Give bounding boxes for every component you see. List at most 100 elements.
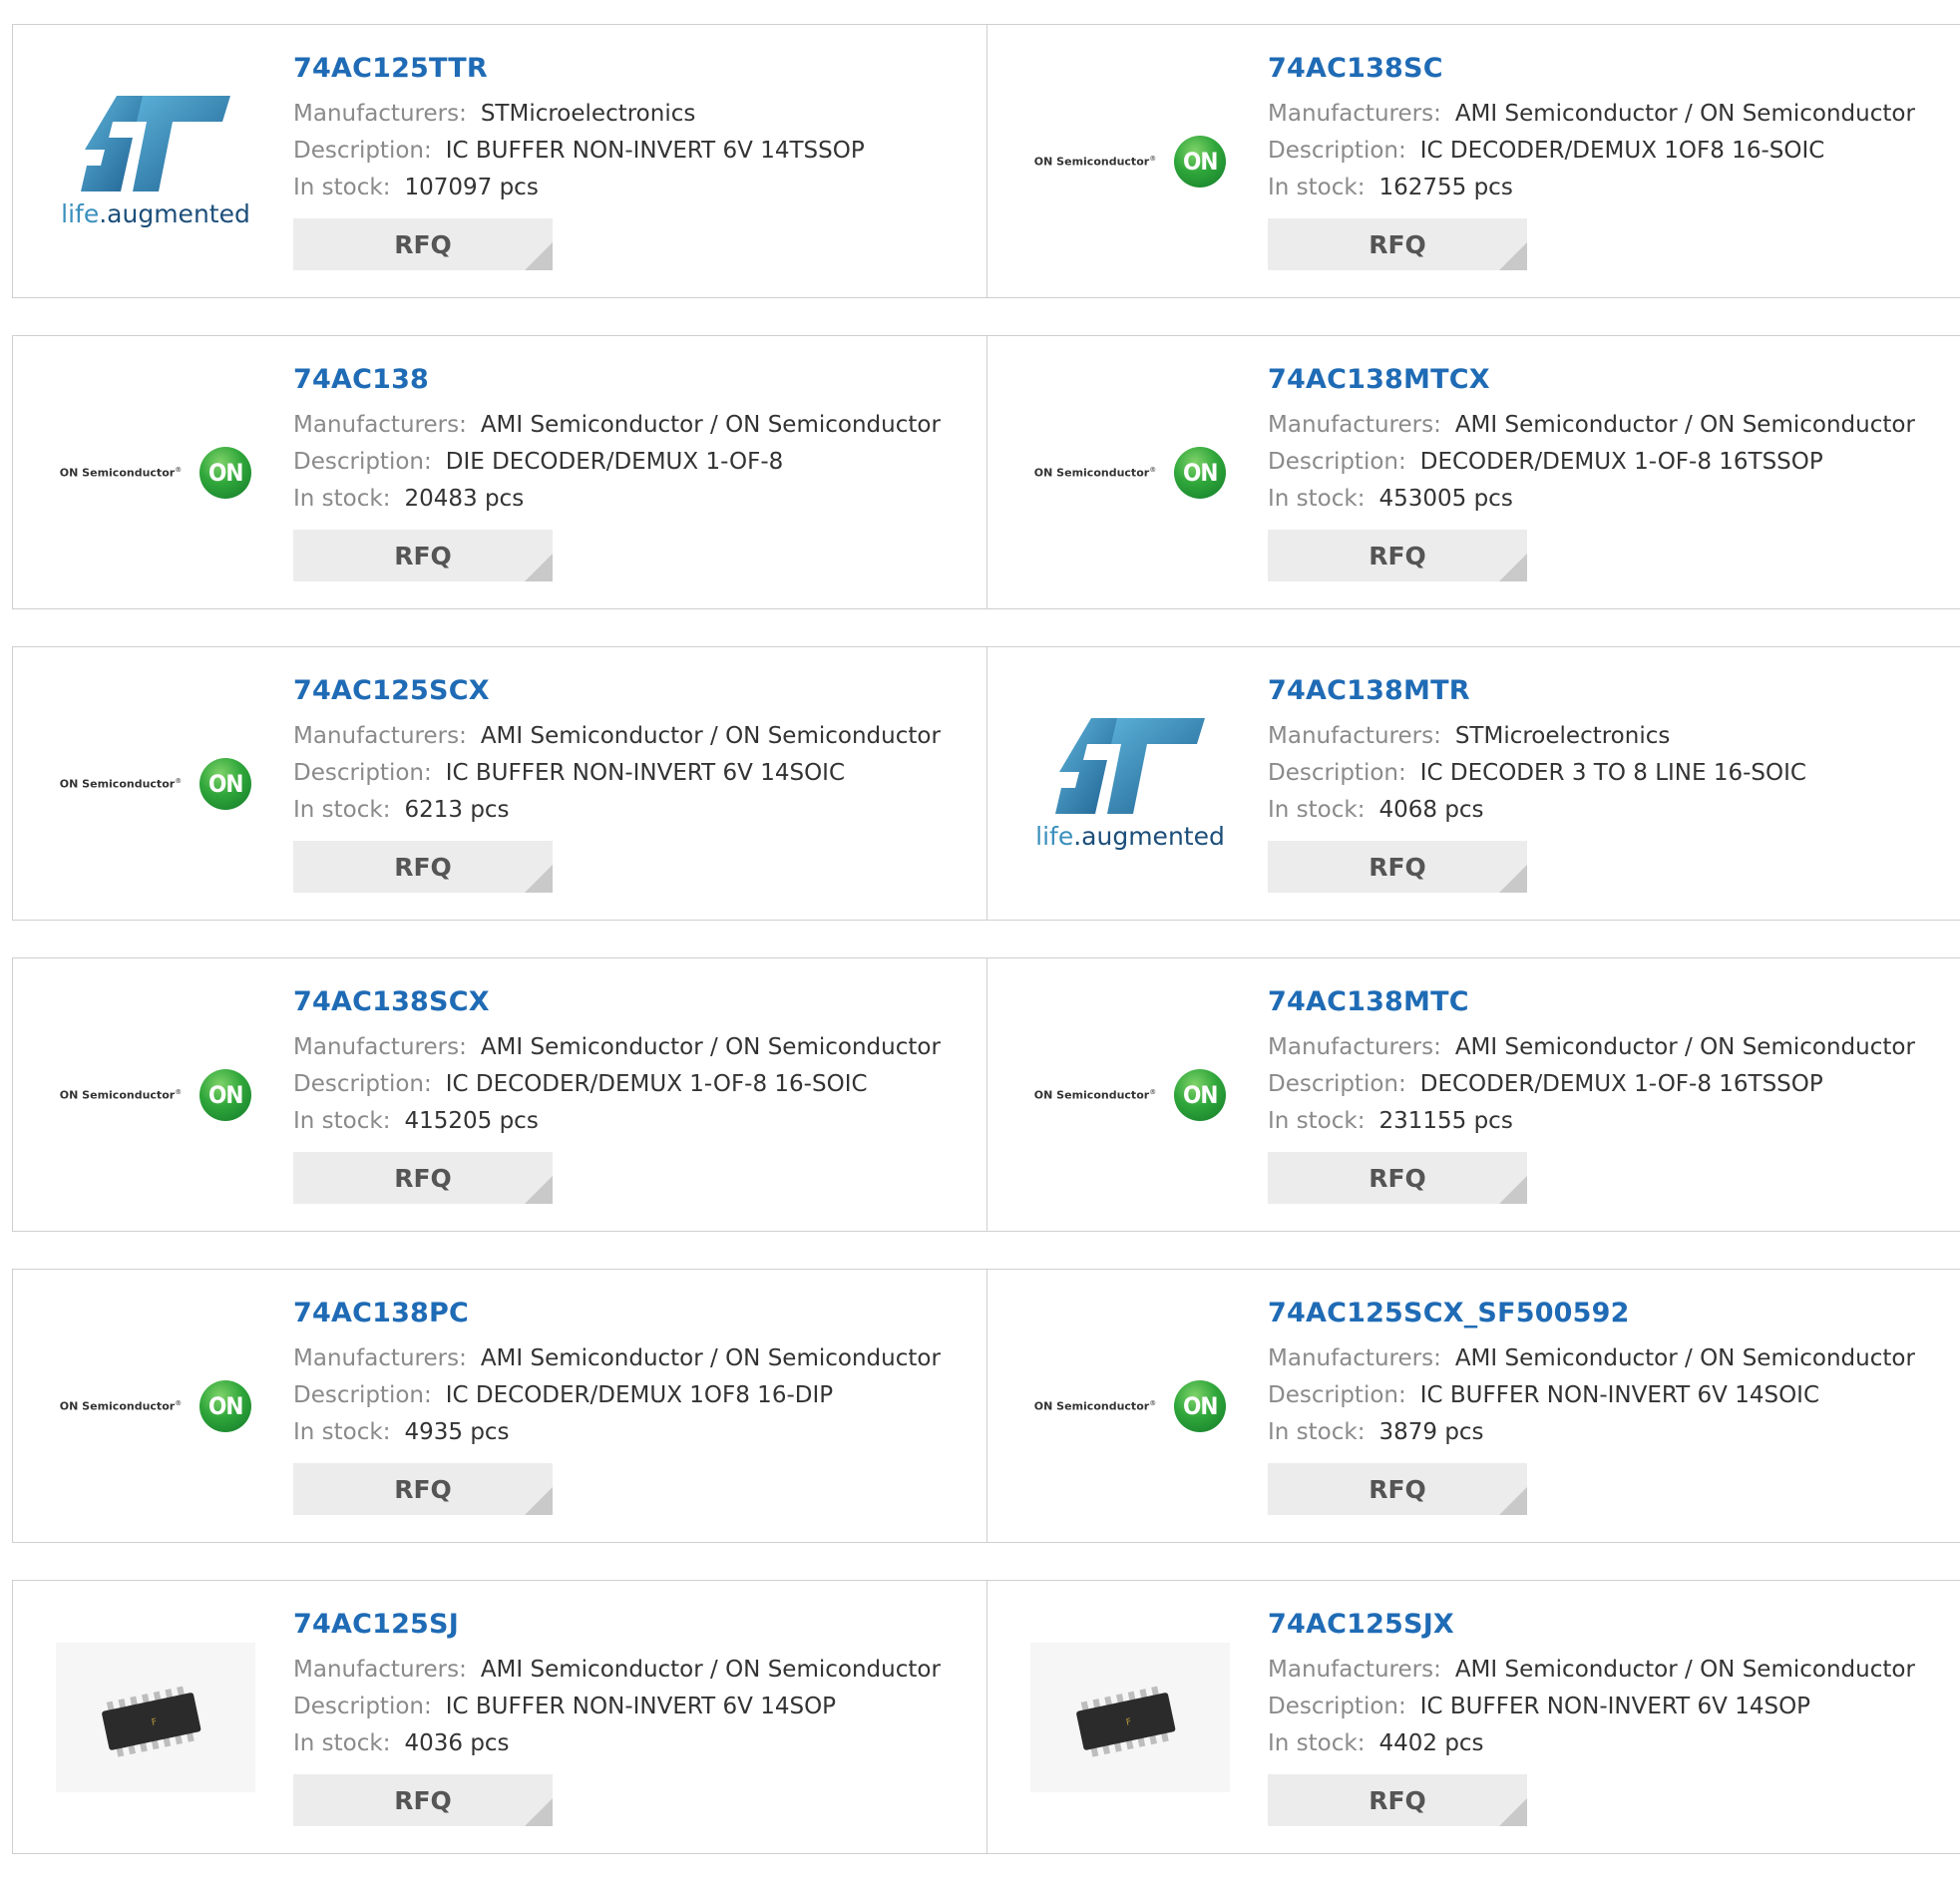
- part-number-link[interactable]: 74AC125SJX: [1268, 1609, 1915, 1640]
- description-line: Description: IC BUFFER NON-INVERT 6V 14SO…: [1268, 1694, 1811, 1719]
- manufacturer-line: Manufacturers: AMI Semiconductor / ON Sem…: [1268, 1345, 1915, 1371]
- rfq-button[interactable]: RFQ: [1268, 1152, 1527, 1204]
- manufacturer-line: Manufacturers: AMI Semiconductor / ON Sem…: [293, 1657, 941, 1683]
- part-number-link[interactable]: 74AC138MTCX: [1268, 364, 1915, 395]
- product-grid: life.augmented 74AC125TTR Manufacturers:…: [12, 24, 1960, 1891]
- stock-line: In stock: 162755 pcs: [1268, 175, 1513, 200]
- on-semiconductor-logo[interactable]: ON Semiconductor® ON: [1025, 1010, 1235, 1180]
- product-card: ON Semiconductor® ON 74AC138MTCX Manufact…: [987, 336, 1960, 608]
- rfq-button[interactable]: RFQ: [1268, 530, 1527, 581]
- on-semiconductor-logo[interactable]: ON Semiconductor® ON: [51, 1322, 260, 1491]
- manufacturer-line: Manufacturers: STMicroelectronics: [1268, 723, 1671, 749]
- manufacturer-line: Manufacturers: AMI Semiconductor / ON Sem…: [293, 1034, 941, 1060]
- st-mark-icon: [1054, 718, 1205, 814]
- manufacturer-line: Manufacturers: AMI Semiconductor / ON Sem…: [1268, 1034, 1915, 1060]
- manufacturer-line: Manufacturers: AMI Semiconductor / ON Sem…: [293, 412, 941, 438]
- stock-line: In stock: 6213 pcs: [293, 797, 510, 823]
- rfq-button[interactable]: RFQ: [293, 1152, 553, 1204]
- chip-photo[interactable]: F: [51, 1633, 260, 1802]
- product-card: ON Semiconductor® ON 74AC138PC Manufactur…: [13, 1270, 987, 1542]
- chip-photo[interactable]: F: [1025, 1633, 1235, 1802]
- part-number-link[interactable]: 74AC125SCX: [293, 675, 941, 706]
- rfq-button[interactable]: RFQ: [1268, 841, 1527, 893]
- on-badge-icon: ON: [1174, 1379, 1227, 1432]
- description-line: Description: IC BUFFER NON-INVERT 6V 14SO…: [1268, 1382, 1820, 1408]
- part-number-link[interactable]: 74AC125SJ: [293, 1609, 941, 1640]
- manufacturer-line: Manufacturers: AMI Semiconductor / ON Sem…: [293, 1345, 941, 1371]
- product-card: ON Semiconductor® ON 74AC138MTC Manufactu…: [987, 958, 1960, 1231]
- description-line: Description: DIE DECODER/DEMUX 1-OF-8: [293, 449, 784, 475]
- stock-line: In stock: 20483 pcs: [293, 486, 525, 512]
- product-row: life.augmented 74AC125TTR Manufacturers:…: [12, 24, 1960, 298]
- manufacturer-line: Manufacturers: AMI Semiconductor / ON Sem…: [293, 723, 941, 749]
- part-number-link[interactable]: 74AC138MTR: [1268, 675, 1806, 706]
- rfq-button[interactable]: RFQ: [1268, 218, 1527, 270]
- manufacturer-line: Manufacturers: AMI Semiconductor / ON Sem…: [1268, 101, 1915, 127]
- chip-icon: F: [1030, 1642, 1230, 1792]
- on-semiconductor-logo[interactable]: ON Semiconductor® ON: [51, 699, 260, 869]
- product-card: life.augmented 74AC138MTR Manufacturers:…: [987, 647, 1960, 920]
- part-number-link[interactable]: 74AC138SCX: [293, 986, 941, 1017]
- manufacturer-line: Manufacturers: AMI Semiconductor / ON Sem…: [1268, 412, 1915, 438]
- rfq-button[interactable]: RFQ: [293, 530, 553, 581]
- part-number-link[interactable]: 74AC125TTR: [293, 53, 865, 84]
- stock-line: In stock: 415205 pcs: [293, 1108, 539, 1134]
- rfq-button[interactable]: RFQ: [293, 841, 553, 893]
- product-row: ON Semiconductor® ON 74AC138SCX Manufactu…: [12, 957, 1960, 1232]
- description-line: Description: IC DECODER 3 TO 8 LINE 16-SO…: [1268, 760, 1806, 786]
- on-badge-icon: ON: [199, 757, 252, 810]
- description-line: Description: IC BUFFER NON-INVERT 6V 14SO…: [293, 760, 846, 786]
- product-card: life.augmented 74AC125TTR Manufacturers:…: [13, 25, 987, 297]
- on-badge-icon: ON: [1174, 135, 1227, 188]
- description-line: Description: IC BUFFER NON-INVERT 6V 14SO…: [293, 1694, 837, 1719]
- product-row: ON Semiconductor® ON 74AC138PC Manufactur…: [12, 1269, 1960, 1543]
- rfq-button[interactable]: RFQ: [293, 218, 553, 270]
- on-badge-icon: ON: [199, 1379, 252, 1432]
- stock-line: In stock: 4935 pcs: [293, 1419, 510, 1445]
- product-card: F 74AC125SJX Manufacturers: AMI Semicondu…: [987, 1581, 1960, 1853]
- on-semiconductor-logo[interactable]: ON Semiconductor® ON: [1025, 1322, 1235, 1491]
- part-number-link[interactable]: 74AC125SCX_SF500592: [1268, 1298, 1915, 1328]
- st-mark-icon: [80, 96, 230, 191]
- part-number-link[interactable]: 74AC138MTC: [1268, 986, 1915, 1017]
- product-card: ON Semiconductor® ON 74AC138SCX Manufactu…: [13, 958, 987, 1231]
- product-card: ON Semiconductor® ON 74AC125SCX Manufactu…: [13, 647, 987, 920]
- stock-line: In stock: 453005 pcs: [1268, 486, 1513, 512]
- description-line: Description: IC DECODER/DEMUX 1OF8 16-DIP: [293, 1382, 834, 1408]
- stock-line: In stock: 107097 pcs: [293, 175, 539, 200]
- part-number-link[interactable]: 74AC138SC: [1268, 53, 1915, 84]
- on-badge-icon: ON: [199, 446, 252, 499]
- manufacturer-line: Manufacturers: AMI Semiconductor / ON Sem…: [1268, 1657, 1915, 1683]
- rfq-button[interactable]: RFQ: [1268, 1774, 1527, 1826]
- product-row: ON Semiconductor® ON 74AC125SCX Manufactu…: [12, 646, 1960, 921]
- rfq-button[interactable]: RFQ: [293, 1774, 553, 1826]
- rfq-button[interactable]: RFQ: [1268, 1463, 1527, 1515]
- chip-icon: F: [56, 1642, 255, 1792]
- part-number-link[interactable]: 74AC138: [293, 364, 941, 395]
- product-row: ON Semiconductor® ON 74AC138 Manufacturer…: [12, 335, 1960, 609]
- on-semiconductor-logo[interactable]: ON Semiconductor® ON: [51, 388, 260, 558]
- product-row: F 74AC125SJ Manufacturers: AMI Semiconduc…: [12, 1580, 1960, 1854]
- stock-line: In stock: 4068 pcs: [1268, 797, 1484, 823]
- product-card: F 74AC125SJ Manufacturers: AMI Semiconduc…: [13, 1581, 987, 1853]
- on-badge-icon: ON: [1174, 1068, 1227, 1121]
- on-semiconductor-logo[interactable]: ON Semiconductor® ON: [51, 1010, 260, 1180]
- manufacturer-line: Manufacturers: STMicroelectronics: [293, 101, 696, 127]
- on-semiconductor-logo[interactable]: ON Semiconductor® ON: [1025, 388, 1235, 558]
- stock-line: In stock: 3879 pcs: [1268, 1419, 1484, 1445]
- stock-line: In stock: 4402 pcs: [1268, 1730, 1484, 1756]
- stock-line: In stock: 4036 pcs: [293, 1730, 510, 1756]
- on-badge-icon: ON: [1174, 446, 1227, 499]
- st-logo[interactable]: life.augmented: [51, 77, 260, 246]
- description-line: Description: IC BUFFER NON-INVERT 6V 14TS…: [293, 138, 865, 164]
- description-line: Description: IC DECODER/DEMUX 1-OF-8 16-S…: [293, 1071, 868, 1097]
- part-number-link[interactable]: 74AC138PC: [293, 1298, 941, 1328]
- rfq-button[interactable]: RFQ: [293, 1463, 553, 1515]
- on-semiconductor-logo[interactable]: ON Semiconductor® ON: [1025, 77, 1235, 246]
- product-card: ON Semiconductor® ON 74AC138 Manufacturer…: [13, 336, 987, 608]
- st-logo[interactable]: life.augmented: [1025, 699, 1235, 869]
- description-line: Description: DECODER/DEMUX 1-OF-8 16TSSOP: [1268, 449, 1823, 475]
- on-badge-icon: ON: [199, 1068, 252, 1121]
- description-line: Description: IC DECODER/DEMUX 1OF8 16-SOI…: [1268, 138, 1825, 164]
- product-card: ON Semiconductor® ON 74AC138SC Manufactur…: [987, 25, 1960, 297]
